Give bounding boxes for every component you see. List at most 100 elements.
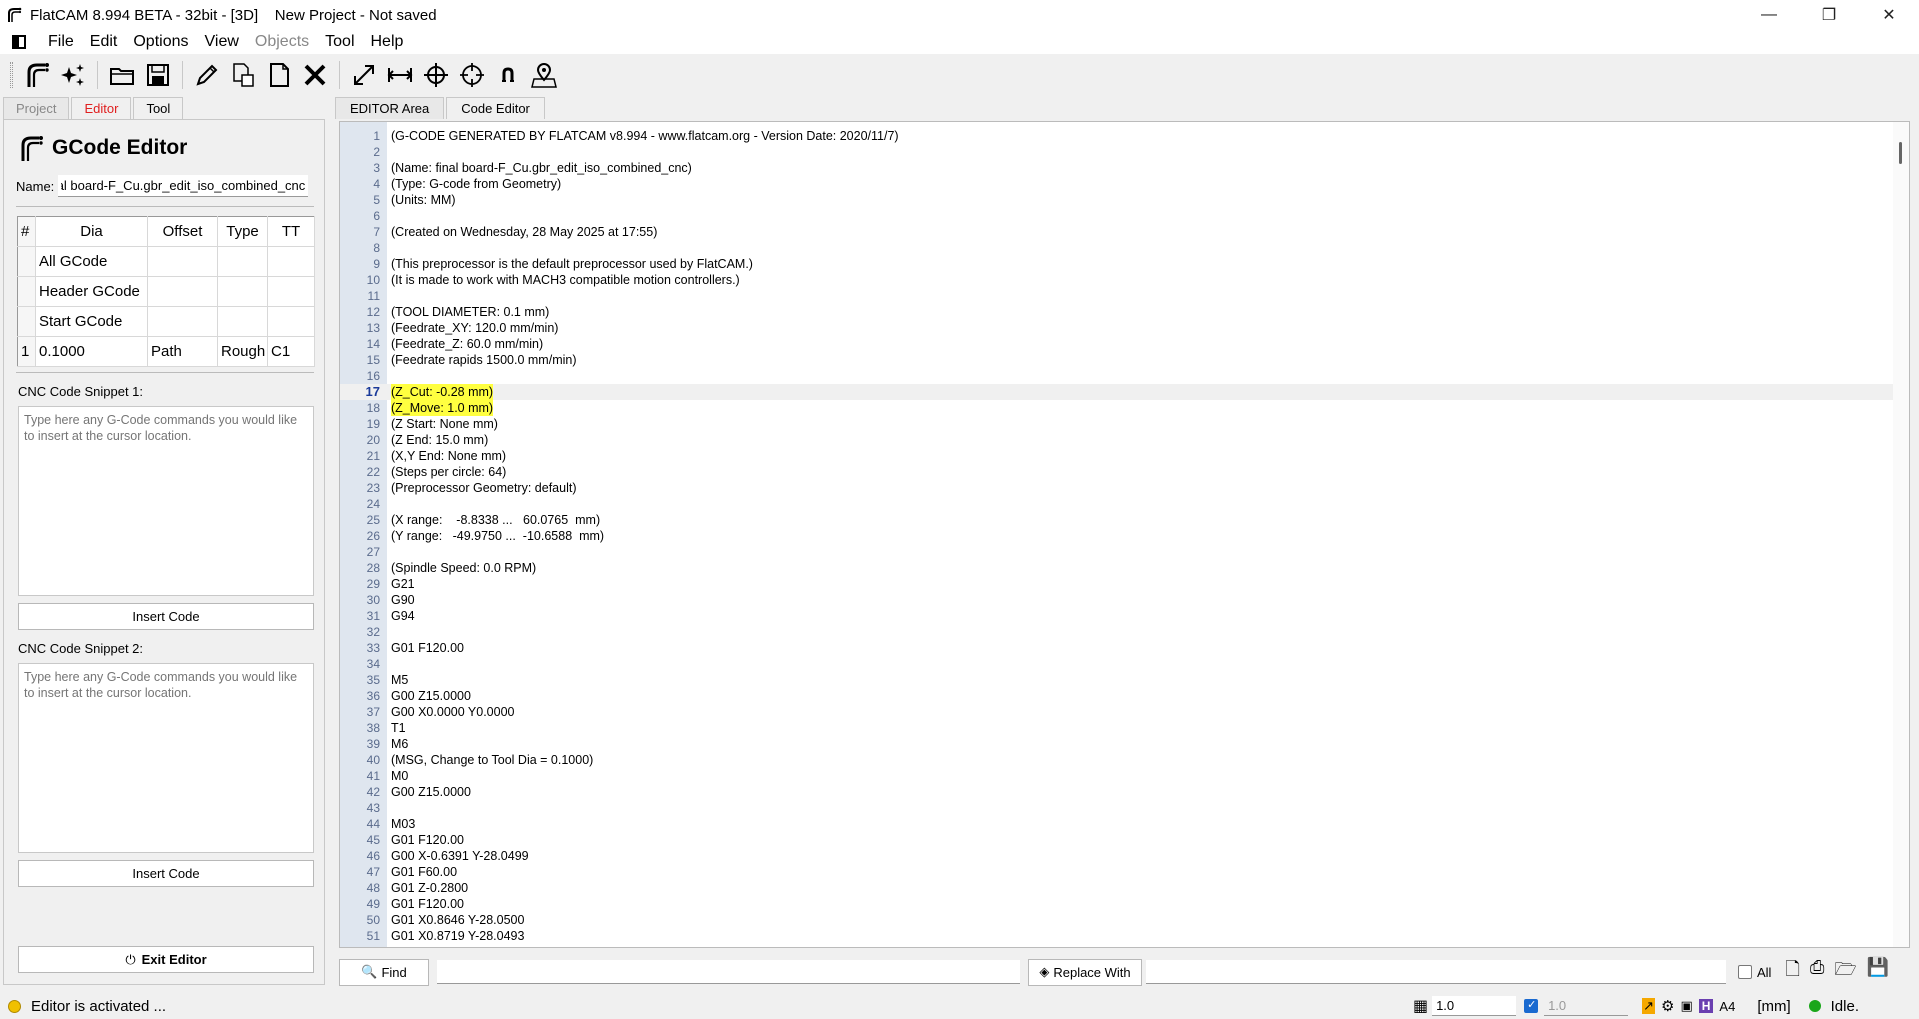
- distance-button[interactable]: [382, 58, 418, 92]
- edit-button[interactable]: [189, 58, 225, 92]
- grid-x-input[interactable]: [1432, 996, 1517, 1016]
- replace-input[interactable]: [1146, 960, 1726, 984]
- code-line[interactable]: 47 G01 F60.00: [340, 864, 1909, 880]
- code-line[interactable]: 26 (Y range: -49.9750 ... -10.6588 mm): [340, 528, 1909, 544]
- code-line[interactable]: 35 M5: [340, 672, 1909, 688]
- code-line[interactable]: 17 (Z_Cut: -0.28 mm): [340, 384, 1909, 400]
- code-line[interactable]: 25 (X range: -8.8338 ... 60.0765 mm): [340, 512, 1909, 528]
- new-object-button[interactable]: [55, 58, 91, 92]
- print-icon[interactable]: ⎙: [1810, 957, 1824, 987]
- menu-options[interactable]: Options: [125, 30, 196, 54]
- maximize-button[interactable]: ❐: [1799, 0, 1859, 30]
- tab-editor[interactable]: Editor: [71, 97, 132, 119]
- insert-code-button-1[interactable]: Insert Code: [18, 603, 314, 630]
- code-line[interactable]: 11: [340, 288, 1909, 304]
- code-line[interactable]: 27: [340, 544, 1909, 560]
- tab-editor-area[interactable]: EDITOR Area: [335, 97, 445, 119]
- units-label[interactable]: [mm]: [1757, 998, 1790, 1015]
- code-line[interactable]: 32: [340, 624, 1909, 640]
- code-line[interactable]: 36 G00 Z15.0000: [340, 688, 1909, 704]
- code-line[interactable]: 19 (Z Start: None mm): [340, 416, 1909, 432]
- toolbar-handle[interactable]: [10, 62, 13, 88]
- shell-icon[interactable]: ▣: [1680, 998, 1692, 1014]
- code-line[interactable]: 38 T1: [340, 720, 1909, 736]
- code-line[interactable]: 50 G01 X0.8646 Y-28.0500: [340, 912, 1909, 928]
- locate-button[interactable]: [526, 58, 562, 92]
- menu-file[interactable]: File: [40, 30, 82, 54]
- code-line[interactable]: 45 G01 F120.00: [340, 832, 1909, 848]
- code-line[interactable]: 24: [340, 496, 1909, 512]
- grid-lock-checkbox[interactable]: [1524, 998, 1539, 1013]
- delete-button[interactable]: [297, 58, 333, 92]
- find-button[interactable]: 🔍 Find: [339, 958, 429, 986]
- tab-tool[interactable]: Tool: [133, 97, 184, 119]
- code-line[interactable]: 23 (Preprocessor Geometry: default): [340, 480, 1909, 496]
- code-line[interactable]: 2: [340, 144, 1909, 160]
- exit-editor-button[interactable]: ⏻ Exit Editor: [18, 946, 314, 973]
- code-line[interactable]: 15 (Feedrate rapids 1500.0 mm/min): [340, 352, 1909, 368]
- code-line[interactable]: 18 (Z_Move: 1.0 mm): [340, 400, 1909, 416]
- code-line[interactable]: 13 (Feedrate_XY: 120.0 mm/min): [340, 320, 1909, 336]
- grid-y-input[interactable]: [1544, 996, 1629, 1016]
- copy-button[interactable]: [225, 58, 261, 92]
- menu-help[interactable]: Help: [363, 30, 412, 54]
- tab-code-editor[interactable]: Code Editor: [446, 97, 545, 119]
- code-line[interactable]: 46 G00 X-0.6391 Y-28.0499: [340, 848, 1909, 864]
- snippet1-textarea[interactable]: [18, 406, 314, 596]
- code-line[interactable]: 42 G00 Z15.0000: [340, 784, 1909, 800]
- settings-icon[interactable]: ⚙: [1661, 997, 1674, 1015]
- code-line[interactable]: 34: [340, 656, 1909, 672]
- code-line[interactable]: 43: [340, 800, 1909, 816]
- hud-icon[interactable]: H: [1698, 999, 1714, 1013]
- code-line[interactable]: 10 (It is made to work with MACH3 compati…: [340, 272, 1909, 288]
- code-line[interactable]: 33 G01 F120.00: [340, 640, 1909, 656]
- menu-view[interactable]: View: [197, 30, 247, 54]
- code-line[interactable]: 48 G01 Z-0.2800: [340, 880, 1909, 896]
- replace-with-button[interactable]: ◈ Replace With: [1028, 958, 1142, 986]
- sidebar-toggle-icon[interactable]: [12, 35, 26, 49]
- origin-button[interactable]: [418, 58, 454, 92]
- open-file-icon[interactable]: 🗁: [1834, 957, 1856, 987]
- page-size-label[interactable]: A4: [1719, 999, 1735, 1014]
- tab-project[interactable]: Project: [3, 97, 70, 119]
- target-button[interactable]: [454, 58, 490, 92]
- code-line[interactable]: 22 (Steps per circle: 64): [340, 464, 1909, 480]
- code-line[interactable]: 12 (TOOL DIAMETER: 0.1 mm): [340, 304, 1909, 320]
- code-line[interactable]: 29 G21: [340, 576, 1909, 592]
- name-input[interactable]: [58, 175, 309, 197]
- code-line[interactable]: 37 G00 X0.0000 Y0.0000: [340, 704, 1909, 720]
- menu-edit[interactable]: Edit: [82, 30, 126, 54]
- code-line[interactable]: 7 (Created on Wednesday, 28 May 2025 at 1…: [340, 224, 1909, 240]
- resize-button[interactable]: [346, 58, 382, 92]
- code-line[interactable]: 49 G01 F120.00: [340, 896, 1909, 912]
- table-row[interactable]: Start GCode: [17, 306, 315, 337]
- table-row[interactable]: Header GCode: [17, 276, 315, 307]
- code-line[interactable]: 4 (Type: G-code from Geometry): [340, 176, 1909, 192]
- insert-code-button-2[interactable]: Insert Code: [18, 860, 314, 887]
- grid-icon[interactable]: ▦: [1413, 996, 1428, 1016]
- snap-button[interactable]: [490, 58, 526, 92]
- print-preview-icon[interactable]: 🗋: [1785, 957, 1799, 987]
- code-line[interactable]: 6: [340, 208, 1909, 224]
- code-line[interactable]: 9 (This preprocessor is the default prepr…: [340, 256, 1909, 272]
- close-button[interactable]: ✕: [1859, 0, 1919, 30]
- scroll-thumb[interactable]: [1899, 142, 1902, 164]
- menu-objects[interactable]: Objects: [247, 30, 317, 54]
- replace-all-checkbox[interactable]: All: [1738, 965, 1771, 980]
- code-line[interactable]: 40 (MSG, Change to Tool Dia = 0.1000): [340, 752, 1909, 768]
- code-line[interactable]: 16: [340, 368, 1909, 384]
- replace-all-check[interactable]: [1738, 965, 1752, 979]
- save-button[interactable]: [140, 58, 176, 92]
- save-file-icon[interactable]: 💾: [1867, 957, 1889, 987]
- code-line[interactable]: 20 (Z End: 15.0 mm): [340, 432, 1909, 448]
- code-line[interactable]: 31 G94: [340, 608, 1909, 624]
- code-editor[interactable]: 1 (G-CODE GENERATED BY FLATCAM v8.994 - w…: [339, 121, 1910, 948]
- snippet2-textarea[interactable]: [18, 663, 314, 853]
- code-line[interactable]: 14 (Feedrate_Z: 60.0 mm/min): [340, 336, 1909, 352]
- table-row[interactable]: 1 0.1000 Path Rough C1: [17, 336, 315, 367]
- code-line[interactable]: 39 M6: [340, 736, 1909, 752]
- minimize-button[interactable]: —: [1739, 0, 1799, 30]
- axis-icon[interactable]: ↗: [1642, 998, 1655, 1014]
- new-project-button[interactable]: [19, 58, 55, 92]
- code-line[interactable]: 28 (Spindle Speed: 0.0 RPM): [340, 560, 1909, 576]
